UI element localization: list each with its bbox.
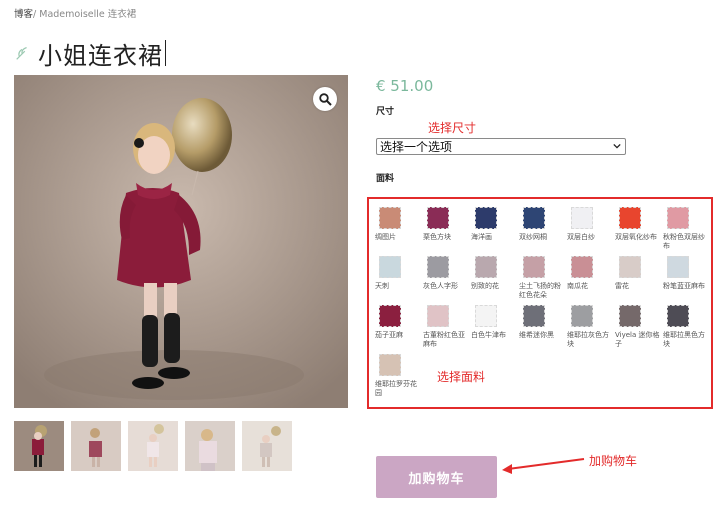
fabric-swatch-name: 双层氧化纱布 <box>615 233 657 241</box>
fabric-swatch[interactable]: 南瓜花 <box>567 256 607 291</box>
fabric-swatch-name: 维希迷你黑 <box>519 331 554 339</box>
breadcrumb-separator: / <box>33 9 37 20</box>
fabric-swatch[interactable]: 维希迷你黑 <box>519 305 559 340</box>
fabric-swatch-name: 南瓜花 <box>567 282 588 290</box>
fabric-swatch[interactable]: 茄子亚麻 <box>375 305 415 340</box>
fabric-swatch[interactable]: 双纱网桐 <box>519 207 559 242</box>
fabric-swatch[interactable]: 雷花 <box>615 256 655 291</box>
fabric-swatch-name: 维耶拉罗芬花园 <box>375 380 417 397</box>
fabric-swatch-name: 茄子亚麻 <box>375 331 403 339</box>
fabric-swatch-chip <box>427 256 449 278</box>
fabric-swatch[interactable]: Viyela 迷你格子 <box>615 305 660 349</box>
fabric-swatch-name: 双纱网桐 <box>519 233 547 241</box>
fabric-swatch-chip <box>379 305 401 327</box>
title-row: 小姐连衣裙 <box>14 36 166 70</box>
fabric-swatch-chip <box>619 207 641 229</box>
fabric-swatch-chip <box>523 207 545 229</box>
fabric-swatch-name: 海洋画 <box>471 233 492 241</box>
fabric-swatch-chip <box>475 256 497 278</box>
fabric-swatch-chip <box>379 354 401 376</box>
fabric-swatch-name: 灰色人字形 <box>423 282 458 290</box>
fabric-swatch[interactable]: 别致的花 <box>471 256 511 291</box>
fabric-swatch[interactable]: 古董粉红色亚麻布 <box>423 305 465 349</box>
page-title: 小姐连衣裙 <box>38 41 163 70</box>
fabric-swatch-chip <box>475 207 497 229</box>
thumbnail-4[interactable] <box>185 421 235 471</box>
chevron-down-icon <box>613 143 621 149</box>
fabric-swatch[interactable]: 海洋画 <box>471 207 511 242</box>
fabric-swatch-chip <box>571 207 593 229</box>
annotation-add-to-cart: 加购物车 <box>589 454 638 468</box>
thumbnail-3[interactable] <box>128 421 178 471</box>
fabric-swatch[interactable]: 粉笔蓝亚麻布 <box>663 256 705 291</box>
annotation-select-size: 选择尺寸 <box>428 121 477 135</box>
fabric-label: 面料 <box>376 174 395 184</box>
arrow-annotation <box>502 458 585 474</box>
zoom-button[interactable] <box>313 87 337 111</box>
text-cursor <box>165 40 166 66</box>
fabric-swatch-name: 维耶拉黑色方块 <box>663 331 705 348</box>
size-select[interactable]: 选择一个选项 <box>376 138 626 155</box>
breadcrumb-current: Mademoiselle 连衣裙 <box>39 9 137 20</box>
fabric-swatch-name: 白色牛津布 <box>471 331 506 339</box>
fabric-swatch-name: Viyela 迷你格子 <box>615 331 660 348</box>
product-price: € 51.00 <box>376 77 434 95</box>
fabric-swatch-chip <box>619 305 641 327</box>
fabric-swatch-chip <box>667 305 689 327</box>
size-label: 尺寸 <box>376 107 395 117</box>
fabric-swatch[interactable]: 秋粉色双层纱布 <box>663 207 705 251</box>
magnifier-icon <box>318 92 332 106</box>
fabric-swatch-name: 粉笔蓝亚麻布 <box>663 282 705 290</box>
fabric-swatch[interactable]: 维耶拉黑色方块 <box>663 305 705 349</box>
fabric-swatch-name: 别致的花 <box>471 282 499 290</box>
fabric-swatch[interactable]: 绸图片 <box>375 207 415 242</box>
fabric-swatch[interactable]: 维耶拉罗芬花园 <box>375 354 417 398</box>
annotation-select-fabric: 选择面料 <box>437 370 486 384</box>
fabric-swatch[interactable]: 尘土飞扬的粉红色花朵 <box>519 256 561 300</box>
size-select-value: 选择一个选项 <box>380 140 453 154</box>
fabric-swatch[interactable]: 栗色方块 <box>423 207 463 242</box>
thumbnail-2[interactable] <box>71 421 121 471</box>
fabric-swatch-chip <box>571 256 593 278</box>
fabric-swatch[interactable]: 天刺 <box>375 256 415 291</box>
fabric-swatch-chip <box>379 207 401 229</box>
fabric-swatch-name: 雷花 <box>615 282 629 290</box>
breadcrumb: 博客/ Mademoiselle 连衣裙 <box>14 6 136 20</box>
fabric-swatch-chip <box>619 256 641 278</box>
fabric-swatch[interactable]: 白色牛津布 <box>471 305 511 340</box>
fabric-swatch-name: 天刺 <box>375 282 389 290</box>
leaf-icon <box>16 47 27 60</box>
fabric-swatch-chip <box>667 256 689 278</box>
thumbnail-gallery <box>14 421 299 471</box>
fabric-swatch-chip <box>571 305 593 327</box>
fabric-swatch[interactable]: 灰色人字形 <box>423 256 463 291</box>
fabric-swatch-name: 秋粉色双层纱布 <box>663 233 705 250</box>
fabric-swatch[interactable]: 双层氧化纱布 <box>615 207 657 242</box>
fabric-swatch-name: 绸图片 <box>375 233 396 241</box>
fabric-swatch-chip <box>523 305 545 327</box>
fabric-swatch-name: 栗色方块 <box>423 233 451 241</box>
fabric-swatch-chip <box>379 256 401 278</box>
fabric-swatch-name: 尘土飞扬的粉红色花朵 <box>519 282 561 299</box>
fabric-swatch[interactable]: 双层白纱 <box>567 207 607 242</box>
fabric-swatch[interactable]: 维耶拉灰色方块 <box>567 305 609 349</box>
thumbnail-1[interactable] <box>14 421 64 471</box>
fabric-swatch-chip <box>523 256 545 278</box>
add-to-cart-button[interactable]: 加购物车 <box>376 456 497 498</box>
fabric-swatch-chip <box>667 207 689 229</box>
fabric-swatch-chip <box>475 305 497 327</box>
thumbnail-5[interactable] <box>242 421 292 471</box>
fabric-swatch-name: 古董粉红色亚麻布 <box>423 331 465 348</box>
fabric-swatch-name: 双层白纱 <box>567 233 595 241</box>
product-main-image[interactable] <box>14 75 348 408</box>
fabric-swatch-chip <box>427 207 449 229</box>
breadcrumb-home-link[interactable]: 博客 <box>14 9 33 20</box>
fabric-swatch-name: 维耶拉灰色方块 <box>567 331 609 348</box>
fabric-swatch-chip <box>427 305 449 327</box>
